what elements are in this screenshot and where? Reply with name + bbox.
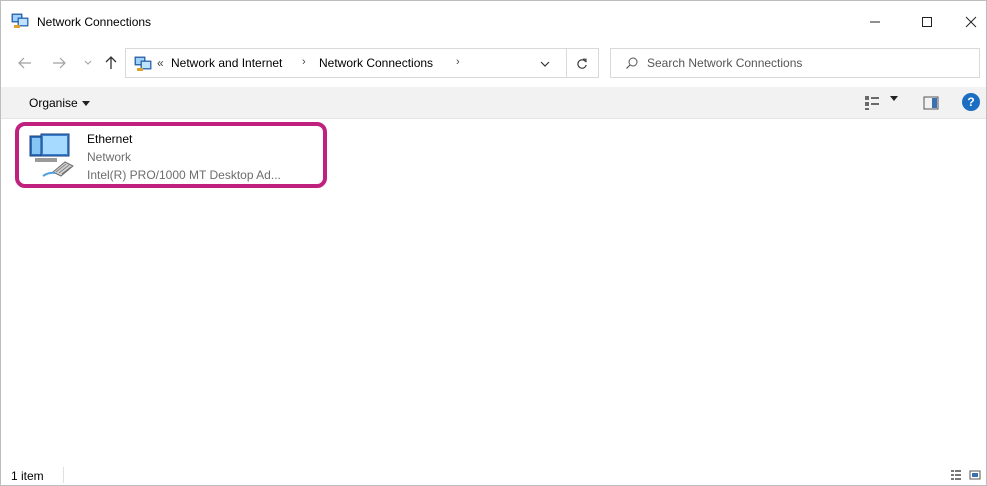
chevron-down-icon: [540, 61, 550, 67]
breadcrumb-overflow[interactable]: «: [157, 56, 164, 70]
organise-menu-button[interactable]: Organise: [29, 96, 90, 110]
close-icon: [965, 16, 977, 28]
breadcrumb-network-connections[interactable]: Network Connections: [319, 56, 433, 70]
title-bar[interactable]: Network Connections: [1, 1, 986, 43]
divider: [63, 467, 64, 483]
status-bar: 1 item: [1, 463, 986, 486]
network-adapter-icon: [29, 133, 74, 177]
maximize-icon: [922, 17, 932, 27]
window-title: Network Connections: [37, 15, 152, 29]
forward-button[interactable]: [49, 53, 69, 73]
item-name: Ethernet: [87, 132, 133, 146]
up-button[interactable]: [101, 53, 121, 73]
list-item-ethernet[interactable]: Ethernet Network Intel(R) PRO/1000 MT De…: [15, 122, 327, 188]
search-icon: [626, 57, 638, 69]
address-bar[interactable]: « Network and Internet › Network Connect…: [125, 48, 599, 78]
explorer-window: Network Connections « Network and Intern…: [0, 0, 987, 486]
breadcrumb-separator[interactable]: ›: [456, 56, 460, 68]
arrow-left-icon: [18, 57, 31, 69]
preview-pane-icon[interactable]: [922, 94, 940, 112]
refresh-button[interactable]: [572, 54, 592, 74]
address-row: « Network and Internet › Network Connect…: [1, 43, 986, 83]
large-icons-view-icon[interactable]: [969, 469, 981, 481]
close-button[interactable]: [945, 1, 987, 43]
back-button[interactable]: [15, 53, 35, 73]
address-history-dropdown[interactable]: [536, 55, 554, 73]
arrow-right-icon: [53, 57, 66, 69]
details-view-icon[interactable]: [950, 469, 962, 481]
help-icon[interactable]: ?: [962, 93, 980, 111]
organise-label: Organise: [29, 96, 78, 110]
item-type: Network: [87, 150, 132, 164]
file-list: Ethernet Network Intel(R) PRO/1000 MT De…: [1, 119, 986, 459]
caret-down-icon[interactable]: [890, 96, 898, 101]
command-bar: Organise ?: [1, 87, 986, 119]
divider: [566, 49, 567, 77]
network-connections-icon: [11, 13, 29, 28]
caret-down-icon: [81, 100, 90, 106]
breadcrumb-separator[interactable]: ›: [302, 56, 306, 68]
arrow-up-icon: [105, 56, 117, 69]
search-box[interactable]: [610, 48, 980, 78]
chevron-down-icon: [84, 60, 92, 65]
item-count: 1 item: [11, 469, 44, 483]
search-input[interactable]: [647, 53, 967, 73]
item-description: Intel(R) PRO/1000 MT Desktop Ad...: [87, 168, 281, 182]
network-connections-icon: [134, 56, 152, 71]
recent-locations-button[interactable]: [81, 53, 95, 73]
breadcrumb-network-and-internet[interactable]: Network and Internet: [171, 56, 282, 70]
refresh-icon: [577, 58, 587, 69]
minimize-icon: [870, 21, 880, 23]
minimize-button[interactable]: [849, 1, 901, 43]
change-view-icon[interactable]: [863, 94, 881, 112]
